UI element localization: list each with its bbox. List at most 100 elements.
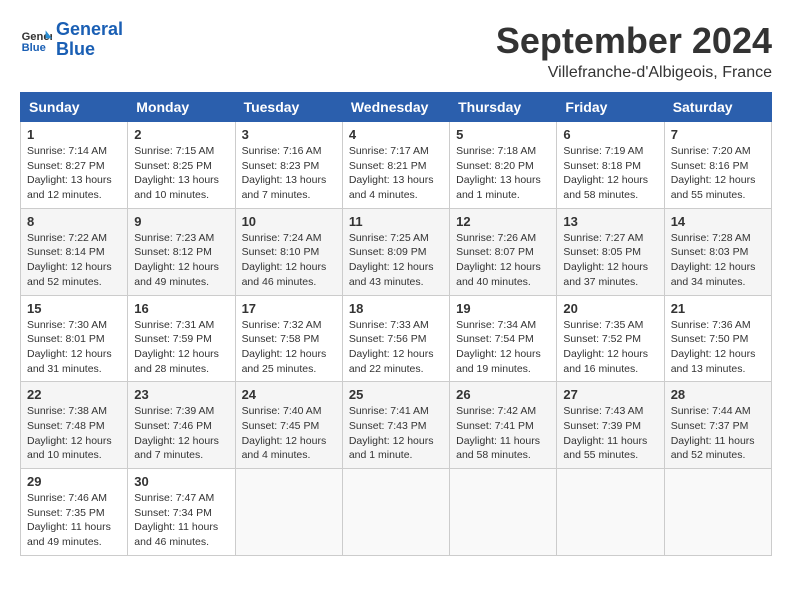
month-title: September 2024 (496, 20, 772, 62)
day-number: 16 (134, 301, 228, 316)
day-info: Sunrise: 7:34 AM Sunset: 7:54 PM Dayligh… (456, 318, 550, 377)
svg-text:Blue: Blue (22, 42, 46, 54)
day-number: 22 (27, 387, 121, 402)
calendar-day-cell: 4 Sunrise: 7:17 AM Sunset: 8:21 PM Daylig… (342, 122, 449, 209)
day-info: Sunrise: 7:39 AM Sunset: 7:46 PM Dayligh… (134, 404, 228, 463)
day-info: Sunrise: 7:44 AM Sunset: 7:37 PM Dayligh… (671, 404, 765, 463)
calendar-day-cell: 15 Sunrise: 7:30 AM Sunset: 8:01 PM Dayli… (21, 295, 128, 382)
day-number: 4 (349, 127, 443, 142)
calendar-week-row: 8 Sunrise: 7:22 AM Sunset: 8:14 PM Daylig… (21, 208, 772, 295)
day-number: 20 (563, 301, 657, 316)
day-info: Sunrise: 7:18 AM Sunset: 8:20 PM Dayligh… (456, 144, 550, 203)
calendar-table: SundayMondayTuesdayWednesdayThursdayFrid… (20, 92, 772, 556)
calendar-empty-cell (235, 469, 342, 556)
day-number: 28 (671, 387, 765, 402)
calendar-day-cell: 8 Sunrise: 7:22 AM Sunset: 8:14 PM Daylig… (21, 208, 128, 295)
calendar-week-row: 22Sunrise: 7:38 AM Sunset: 7:48 PM Dayli… (21, 382, 772, 469)
page-header: General Blue GeneralBlue September 2024 … (20, 20, 772, 82)
calendar-day-cell: 24 Sunrise: 7:40 AM Sunset: 7:45 PM Dayli… (235, 382, 342, 469)
day-info: Sunrise: 7:43 AM Sunset: 7:39 PM Dayligh… (563, 404, 657, 463)
calendar-day-cell: 18 Sunrise: 7:33 AM Sunset: 7:56 PM Dayli… (342, 295, 449, 382)
day-info: Sunrise: 7:33 AM Sunset: 7:56 PM Dayligh… (349, 318, 443, 377)
day-info: Sunrise: 7:24 AM Sunset: 8:10 PM Dayligh… (242, 231, 336, 290)
day-number: 19 (456, 301, 550, 316)
day-info: Sunrise: 7:41 AM Sunset: 7:43 PM Dayligh… (349, 404, 443, 463)
day-info: Sunrise: 7:30 AM Sunset: 8:01 PM Dayligh… (27, 318, 121, 377)
day-number: 8 (27, 214, 121, 229)
day-number: 14 (671, 214, 765, 229)
day-info: Sunrise: 7:31 AM Sunset: 7:59 PM Dayligh… (134, 318, 228, 377)
day-info: Sunrise: 7:46 AM Sunset: 7:35 PM Dayligh… (27, 491, 121, 550)
day-number: 3 (242, 127, 336, 142)
calendar-day-cell: 28 Sunrise: 7:44 AM Sunset: 7:37 PM Dayli… (664, 382, 771, 469)
day-number: 23 (134, 387, 228, 402)
weekday-header: Wednesday (342, 93, 449, 122)
weekday-header: Sunday (21, 93, 128, 122)
day-info: Sunrise: 7:42 AM Sunset: 7:41 PM Dayligh… (456, 404, 550, 463)
day-number: 30 (134, 474, 228, 489)
calendar-day-cell: 27Sunrise: 7:43 AM Sunset: 7:39 PM Dayli… (557, 382, 664, 469)
day-info: Sunrise: 7:25 AM Sunset: 8:09 PM Dayligh… (349, 231, 443, 290)
day-info: Sunrise: 7:35 AM Sunset: 7:52 PM Dayligh… (563, 318, 657, 377)
day-info: Sunrise: 7:15 AM Sunset: 8:25 PM Dayligh… (134, 144, 228, 203)
day-number: 15 (27, 301, 121, 316)
calendar-day-cell: 17 Sunrise: 7:32 AM Sunset: 7:58 PM Dayli… (235, 295, 342, 382)
weekday-header: Friday (557, 93, 664, 122)
day-number: 13 (563, 214, 657, 229)
day-info: Sunrise: 7:32 AM Sunset: 7:58 PM Dayligh… (242, 318, 336, 377)
day-info: Sunrise: 7:27 AM Sunset: 8:05 PM Dayligh… (563, 231, 657, 290)
calendar-day-cell: 14 Sunrise: 7:28 AM Sunset: 8:03 PM Dayli… (664, 208, 771, 295)
day-number: 9 (134, 214, 228, 229)
day-info: Sunrise: 7:14 AM Sunset: 8:27 PM Dayligh… (27, 144, 121, 203)
calendar-day-cell: 29Sunrise: 7:46 AM Sunset: 7:35 PM Dayli… (21, 469, 128, 556)
location-subtitle: Villefranche-d'Albigeois, France (496, 64, 772, 82)
calendar-day-cell: 2Sunrise: 7:15 AM Sunset: 8:25 PM Daylig… (128, 122, 235, 209)
day-info: Sunrise: 7:40 AM Sunset: 7:45 PM Dayligh… (242, 404, 336, 463)
calendar-day-cell: 3Sunrise: 7:16 AM Sunset: 8:23 PM Daylig… (235, 122, 342, 209)
day-info: Sunrise: 7:17 AM Sunset: 8:21 PM Dayligh… (349, 144, 443, 203)
day-number: 17 (242, 301, 336, 316)
day-number: 18 (349, 301, 443, 316)
calendar-empty-cell (342, 469, 449, 556)
calendar-week-row: 15 Sunrise: 7:30 AM Sunset: 8:01 PM Dayli… (21, 295, 772, 382)
calendar-day-cell: 30Sunrise: 7:47 AM Sunset: 7:34 PM Dayli… (128, 469, 235, 556)
day-info: Sunrise: 7:22 AM Sunset: 8:14 PM Dayligh… (27, 231, 121, 290)
day-number: 10 (242, 214, 336, 229)
day-number: 12 (456, 214, 550, 229)
calendar-day-cell: 13 Sunrise: 7:27 AM Sunset: 8:05 PM Dayli… (557, 208, 664, 295)
weekday-header: Saturday (664, 93, 771, 122)
day-info: Sunrise: 7:26 AM Sunset: 8:07 PM Dayligh… (456, 231, 550, 290)
calendar-day-cell: 19 Sunrise: 7:34 AM Sunset: 7:54 PM Dayli… (450, 295, 557, 382)
calendar-header-row: SundayMondayTuesdayWednesdayThursdayFrid… (21, 93, 772, 122)
calendar-day-cell: 16 Sunrise: 7:31 AM Sunset: 7:59 PM Dayli… (128, 295, 235, 382)
calendar-empty-cell (557, 469, 664, 556)
day-number: 11 (349, 214, 443, 229)
day-number: 26 (456, 387, 550, 402)
day-number: 21 (671, 301, 765, 316)
day-number: 6 (563, 127, 657, 142)
day-info: Sunrise: 7:36 AM Sunset: 7:50 PM Dayligh… (671, 318, 765, 377)
calendar-day-cell: 12 Sunrise: 7:26 AM Sunset: 8:07 PM Dayli… (450, 208, 557, 295)
day-info: Sunrise: 7:20 AM Sunset: 8:16 PM Dayligh… (671, 144, 765, 203)
weekday-header: Tuesday (235, 93, 342, 122)
calendar-day-cell: 6 Sunrise: 7:19 AM Sunset: 8:18 PM Daylig… (557, 122, 664, 209)
day-number: 25 (349, 387, 443, 402)
day-info: Sunrise: 7:19 AM Sunset: 8:18 PM Dayligh… (563, 144, 657, 203)
calendar-week-row: 1Sunrise: 7:14 AM Sunset: 8:27 PM Daylig… (21, 122, 772, 209)
weekday-header: Monday (128, 93, 235, 122)
weekday-header: Thursday (450, 93, 557, 122)
logo-text: GeneralBlue (56, 20, 123, 60)
calendar-day-cell: 26 Sunrise: 7:42 AM Sunset: 7:41 PM Dayli… (450, 382, 557, 469)
calendar-day-cell: 23 Sunrise: 7:39 AM Sunset: 7:46 PM Dayli… (128, 382, 235, 469)
title-block: September 2024 Villefranche-d'Albigeois,… (496, 20, 772, 82)
calendar-day-cell: 22Sunrise: 7:38 AM Sunset: 7:48 PM Dayli… (21, 382, 128, 469)
calendar-day-cell: 20 Sunrise: 7:35 AM Sunset: 7:52 PM Dayli… (557, 295, 664, 382)
calendar-day-cell: 10 Sunrise: 7:24 AM Sunset: 8:10 PM Dayli… (235, 208, 342, 295)
day-info: Sunrise: 7:28 AM Sunset: 8:03 PM Dayligh… (671, 231, 765, 290)
calendar-day-cell: 7 Sunrise: 7:20 AM Sunset: 8:16 PM Daylig… (664, 122, 771, 209)
day-number: 24 (242, 387, 336, 402)
logo: General Blue GeneralBlue (20, 20, 123, 60)
calendar-day-cell: 1Sunrise: 7:14 AM Sunset: 8:27 PM Daylig… (21, 122, 128, 209)
day-number: 5 (456, 127, 550, 142)
day-number: 7 (671, 127, 765, 142)
